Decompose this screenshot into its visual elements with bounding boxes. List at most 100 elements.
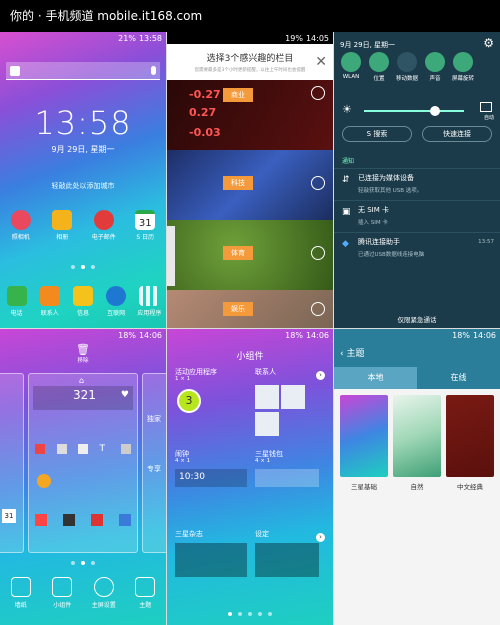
heart-icon: ♥ bbox=[120, 390, 129, 400]
s-finder-button[interactable]: S 搜索 bbox=[342, 126, 412, 142]
theme-nature[interactable] bbox=[393, 395, 441, 477]
wallpaper-button[interactable]: 墙纸 bbox=[6, 577, 36, 609]
brightness-slider[interactable] bbox=[364, 110, 464, 112]
app-label: 互联网 bbox=[107, 310, 126, 317]
tab-local[interactable]: 本地 bbox=[334, 367, 417, 389]
page-indicator[interactable] bbox=[167, 612, 333, 616]
app-icon[interactable] bbox=[35, 514, 47, 526]
magazine-widget[interactable] bbox=[175, 543, 247, 577]
brightness-knob[interactable] bbox=[430, 106, 440, 116]
contacts-widget[interactable] bbox=[255, 385, 319, 437]
qs-label: 移动数据 bbox=[396, 76, 419, 82]
app-label: 照相机 bbox=[11, 234, 30, 241]
side-text: 独家 bbox=[147, 415, 161, 423]
page-preview-right[interactable]: 独家 专享 bbox=[142, 373, 166, 553]
qs-rotate[interactable]: 屏幕旋转 bbox=[452, 52, 474, 82]
notification-item[interactable]: ⇵ 已连接为媒体设备 轻敲获取其他 USB 选项。 bbox=[334, 168, 500, 200]
category-sports[interactable]: 体育 bbox=[167, 220, 333, 290]
app-contacts[interactable]: 联系人 bbox=[34, 286, 66, 317]
ball-icon bbox=[167, 226, 175, 286]
notification-item[interactable]: ◆ 腾讯连接助手 已通过USB数据线连接电脑 13:57 bbox=[334, 232, 500, 264]
radio-button[interactable] bbox=[311, 86, 325, 100]
qs-sound[interactable]: 声音 bbox=[424, 52, 446, 82]
qs-label: 位置 bbox=[373, 76, 385, 82]
home-settings-button[interactable]: 主屏设置 bbox=[89, 577, 119, 609]
auto-label: 自动 bbox=[483, 115, 494, 121]
category-label: 体育 bbox=[223, 246, 253, 260]
chooser-title: 选择3个感兴趣的栏目 bbox=[206, 54, 294, 64]
qs-label: 声音 bbox=[429, 76, 441, 82]
watermark-bar: 你的 · 手机频道 mobile.it168.com bbox=[0, 0, 500, 32]
battery-level: 19% bbox=[285, 33, 303, 43]
app-phone[interactable]: 电话 bbox=[1, 286, 33, 317]
search-logo-icon bbox=[10, 65, 20, 76]
remove-target[interactable]: 🗑 移除 bbox=[0, 343, 166, 364]
notif-title: 无 SIM 卡 bbox=[358, 206, 389, 214]
chevron-right-icon[interactable]: › bbox=[316, 371, 325, 380]
trash-icon: 🗑 bbox=[76, 343, 90, 356]
app-label: 相册 bbox=[56, 234, 69, 241]
app-icon[interactable] bbox=[63, 514, 75, 526]
clock-widget[interactable]: 13:58 bbox=[0, 104, 166, 142]
page-indicator[interactable] bbox=[0, 561, 166, 565]
status-time: 13:58 bbox=[138, 33, 162, 43]
app-icon[interactable] bbox=[91, 514, 103, 526]
close-icon[interactable]: ✕ bbox=[315, 54, 327, 70]
radio-button[interactable] bbox=[311, 176, 325, 190]
gear-icon[interactable]: ⚙ bbox=[483, 36, 494, 50]
sim-icon: ▣ bbox=[342, 207, 351, 217]
theme-label: 三星基础 bbox=[351, 483, 377, 491]
radio-button[interactable] bbox=[311, 302, 325, 316]
weather-widget[interactable]: 321 ♥ bbox=[33, 386, 133, 410]
quick-connect-button[interactable]: 快速连接 bbox=[422, 126, 492, 142]
app-email[interactable]: 电子邮件 bbox=[88, 210, 120, 241]
app-drawer[interactable]: 应用程序 bbox=[133, 286, 165, 317]
home-screen-panel: 21% 13:58 13:58 9月 29日, 星期一 轻敲此处以添加城市 照相机… bbox=[0, 32, 166, 328]
page-preview-center[interactable]: ⌂ 321 ♥ T bbox=[28, 373, 138, 553]
app-messages[interactable]: 信息 bbox=[67, 286, 99, 317]
chevron-right-icon[interactable]: › bbox=[316, 533, 325, 542]
theme-chinese-classic[interactable] bbox=[446, 395, 494, 477]
page-indicator[interactable] bbox=[0, 265, 166, 269]
qs-mobile-data[interactable]: 移动数据 bbox=[396, 52, 418, 82]
stock-value: 0.27 bbox=[189, 106, 217, 119]
gallery-icon bbox=[52, 210, 73, 230]
app-camera[interactable]: 照相机 bbox=[5, 210, 37, 241]
app-calendar[interactable]: 31 S 日历 bbox=[129, 210, 161, 241]
stock-value: -0.27 bbox=[189, 88, 221, 101]
calendar-icon[interactable]: 31 bbox=[2, 509, 16, 523]
widgets-button[interactable]: 小组件 bbox=[47, 577, 77, 609]
mic-icon[interactable] bbox=[151, 66, 156, 75]
chooser-subtitle: 您需要最多是3个小时更新提醒，以往上午时间也会提醒 bbox=[194, 68, 306, 73]
watermark-text: 你的 · 手机频道 mobile.it168.com bbox=[10, 9, 203, 23]
category-entertainment[interactable]: 娱乐 bbox=[167, 290, 333, 328]
widget-size: 1 × 1 bbox=[175, 376, 191, 382]
qs-wlan[interactable]: WLAN bbox=[340, 52, 362, 82]
notif-sub: 已通过USB数据线连接电脑 bbox=[358, 252, 425, 258]
app-gallery[interactable]: 相册 bbox=[46, 210, 78, 241]
app-internet[interactable]: 互联网 bbox=[100, 286, 132, 317]
home-icon: ⌂ bbox=[79, 376, 85, 385]
search-bar[interactable] bbox=[6, 62, 160, 80]
weather-hint[interactable]: 轻敲此处以添加城市 bbox=[0, 181, 166, 191]
themes-button[interactable]: 主题 bbox=[130, 577, 160, 609]
auto-toggle[interactable] bbox=[480, 102, 492, 112]
settings-widget[interactable] bbox=[255, 543, 319, 577]
category-tech[interactable]: 科技 bbox=[167, 150, 333, 220]
back-icon[interactable]: ‹ bbox=[340, 349, 344, 359]
weibo-icon[interactable] bbox=[37, 474, 51, 488]
app-icon[interactable] bbox=[119, 514, 131, 526]
wallet-widget[interactable] bbox=[255, 469, 319, 487]
camera-icon bbox=[78, 444, 88, 454]
radio-button[interactable] bbox=[311, 246, 325, 260]
notif-sub: 插入 SIM 卡 bbox=[358, 220, 388, 226]
page-preview-left[interactable] bbox=[0, 373, 24, 553]
qs-location[interactable]: 位置 bbox=[368, 52, 390, 82]
theme-samsung-basic[interactable] bbox=[340, 395, 388, 477]
active-apps-widget[interactable]: 3 bbox=[177, 389, 201, 413]
category-business[interactable]: -0.27 0.27 -0.03 商业 bbox=[167, 80, 333, 150]
notif-title: 已连接为媒体设备 bbox=[358, 174, 414, 182]
tab-online[interactable]: 在线 bbox=[417, 367, 500, 389]
notification-item[interactable]: ▣ 无 SIM 卡插入 SIM 卡 bbox=[334, 200, 500, 232]
alarm-widget[interactable]: 10:30 bbox=[175, 469, 247, 487]
